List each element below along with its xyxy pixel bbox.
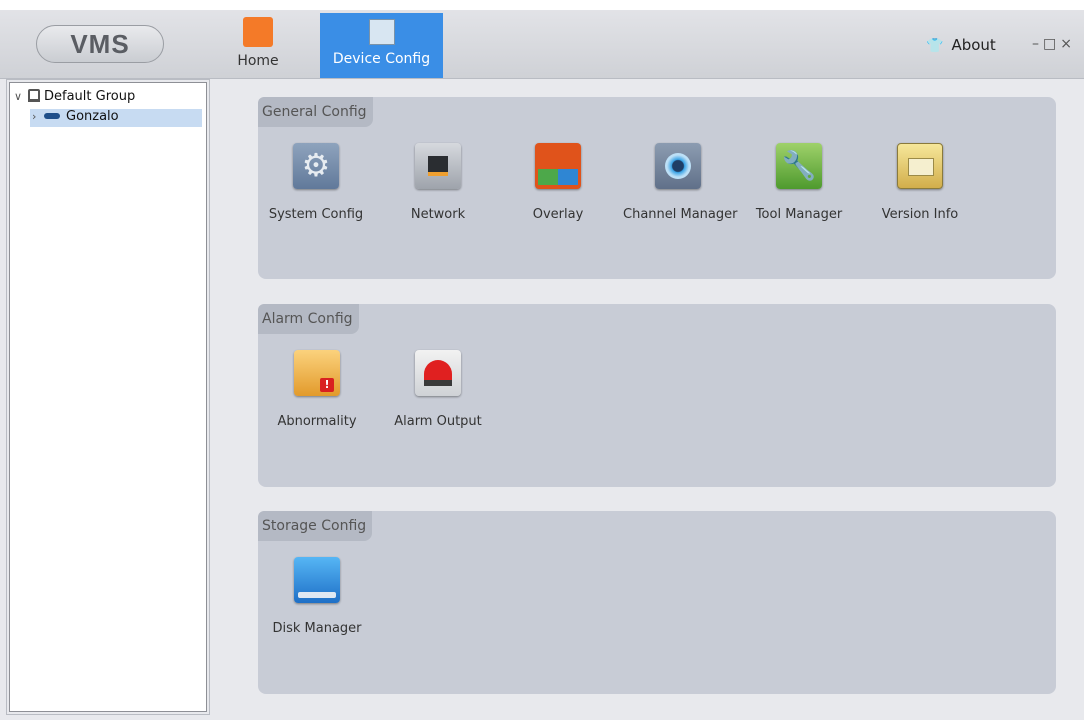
- disk-manager-label: Disk Manager: [272, 621, 362, 636]
- top-bar: VMS Home Device Config 👕 About –□×: [0, 10, 1084, 79]
- tab-home[interactable]: Home: [232, 13, 284, 78]
- disk-icon: [294, 557, 340, 603]
- abnormality-icon: [294, 350, 340, 396]
- device-tree: ∨ Default Group › Gonzalo: [9, 82, 207, 712]
- camera-lens-icon: [655, 143, 701, 189]
- shirt-icon: 👕: [926, 38, 944, 54]
- system-config-button[interactable]: System Config: [261, 143, 371, 222]
- chevron-right-icon[interactable]: ›: [32, 110, 44, 123]
- alarm-config-panel: Alarm Config Abnormality Alarm Output: [258, 304, 1056, 487]
- version-info-button[interactable]: Version Info: [865, 143, 975, 222]
- system-config-label: System Config: [268, 207, 364, 222]
- alarm-output-button[interactable]: Alarm Output: [383, 350, 493, 429]
- chevron-down-icon[interactable]: ∨: [14, 90, 26, 103]
- storage-config-panel: Storage Config Disk Manager: [258, 511, 1056, 694]
- tool-manager-label: Tool Manager: [755, 207, 843, 222]
- gear-icon: [293, 143, 339, 189]
- vms-logo: VMS: [36, 25, 164, 63]
- group-icon: [28, 89, 40, 102]
- overlay-button[interactable]: Overlay: [503, 143, 613, 222]
- channel-manager-button[interactable]: Channel Manager: [623, 143, 738, 222]
- device-config-icon: [368, 19, 395, 45]
- general-config-title: General Config: [258, 97, 373, 127]
- tree-node-default-group[interactable]: ∨ Default Group: [14, 89, 135, 104]
- tree-node-gonzalo[interactable]: › Gonzalo: [30, 109, 202, 127]
- version-info-icon: [897, 143, 943, 189]
- network-icon: [415, 143, 461, 189]
- app-window: VMS Home Device Config 👕 About –□× ∨ Defau…: [0, 10, 1084, 720]
- network-label: Network: [410, 207, 466, 222]
- disk-manager-button[interactable]: Disk Manager: [262, 557, 372, 636]
- alarm-light-icon: [415, 350, 461, 396]
- overlay-icon: [535, 143, 581, 189]
- tab-device-config[interactable]: Device Config: [320, 13, 443, 78]
- tree-child-label: Gonzalo: [66, 109, 119, 124]
- alarm-config-title: Alarm Config: [258, 304, 359, 334]
- abnormality-button[interactable]: Abnormality: [262, 350, 372, 429]
- device-icon: [44, 112, 60, 119]
- abnormality-label: Abnormality: [277, 414, 357, 429]
- alarm-output-label: Alarm Output: [394, 414, 482, 429]
- about-label: About: [951, 36, 996, 54]
- general-config-panel: General Config System Config Network Ove…: [258, 97, 1056, 279]
- network-button[interactable]: Network: [383, 143, 493, 222]
- channel-manager-label: Channel Manager: [623, 207, 738, 222]
- version-info-label: Version Info: [881, 207, 959, 222]
- wrench-icon: [776, 143, 822, 189]
- tab-home-label: Home: [237, 53, 279, 69]
- tab-device-config-label: Device Config: [332, 51, 431, 67]
- home-icon: [243, 17, 273, 47]
- storage-config-title: Storage Config: [258, 511, 373, 541]
- window-controls[interactable]: –□×: [1032, 36, 1076, 52]
- tool-manager-button[interactable]: Tool Manager: [744, 143, 854, 222]
- overlay-label: Overlay: [532, 207, 584, 222]
- tree-root-label: Default Group: [44, 89, 136, 104]
- about-button[interactable]: 👕 About: [926, 36, 996, 54]
